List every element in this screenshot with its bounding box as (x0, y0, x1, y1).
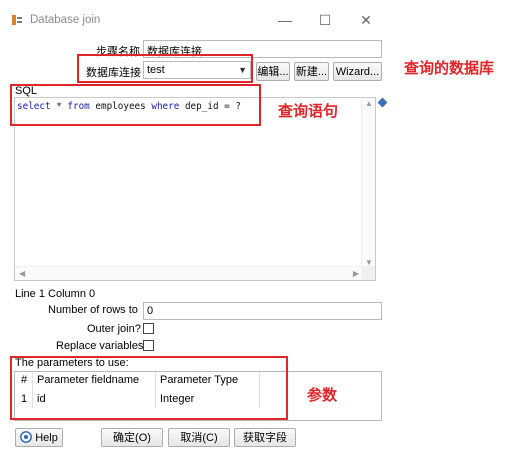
wizard-button[interactable]: Wizard... (333, 62, 382, 81)
annotation-box-parameters (10, 356, 288, 420)
window-title: Database join (30, 14, 101, 26)
scroll-up-icon[interactable]: ▲ (365, 99, 373, 108)
annotation-label-parameters: 参数 (307, 386, 338, 404)
help-icon (20, 431, 33, 443)
sql-horizontal-scrollbar[interactable]: ◀ ▶ (15, 266, 363, 280)
help-button-label: Help (35, 432, 58, 444)
annotation-box-database (77, 54, 253, 83)
edit-connection-button[interactable]: 编辑... (256, 62, 290, 81)
sql-vertical-scrollbar[interactable]: ▲ ▼ (361, 98, 375, 268)
number-of-rows-input[interactable]: 0 (143, 302, 382, 320)
new-connection-button[interactable]: 新建... (294, 62, 329, 81)
scroll-left-icon[interactable]: ◀ (19, 269, 25, 278)
minimize-button[interactable]: — (275, 10, 295, 30)
help-button[interactable]: Help (15, 428, 63, 447)
annotation-label-database: 查询的数据库 (404, 59, 495, 77)
title-bar: Database join — ☐ ✕ (0, 0, 394, 38)
outer-join-label: Outer join? (87, 323, 141, 335)
get-fields-button[interactable]: 获取字段 (234, 428, 296, 447)
annotation-box-query (10, 84, 261, 126)
annotation-label-query: 查询语句 (278, 102, 339, 120)
pdi-step-icon (12, 15, 22, 25)
replace-variables-label: Replace variables (56, 340, 144, 352)
cursor-position-text: Line 1 Column 0 (15, 288, 96, 300)
cancel-button[interactable]: 取消(C) (168, 428, 230, 447)
scroll-right-icon[interactable]: ▶ (353, 269, 359, 278)
scroll-corner (361, 266, 375, 280)
number-of-rows-label: Number of rows to (48, 304, 138, 316)
replace-variables-checkbox[interactable] (143, 340, 154, 351)
number-of-rows-value: 0 (147, 305, 154, 317)
close-button[interactable]: ✕ (356, 10, 376, 30)
maximize-button[interactable]: ☐ (315, 10, 335, 30)
variable-diamond-icon[interactable] (377, 97, 388, 108)
ok-button[interactable]: 确定(O) (101, 428, 163, 447)
outer-join-checkbox[interactable] (143, 323, 154, 334)
